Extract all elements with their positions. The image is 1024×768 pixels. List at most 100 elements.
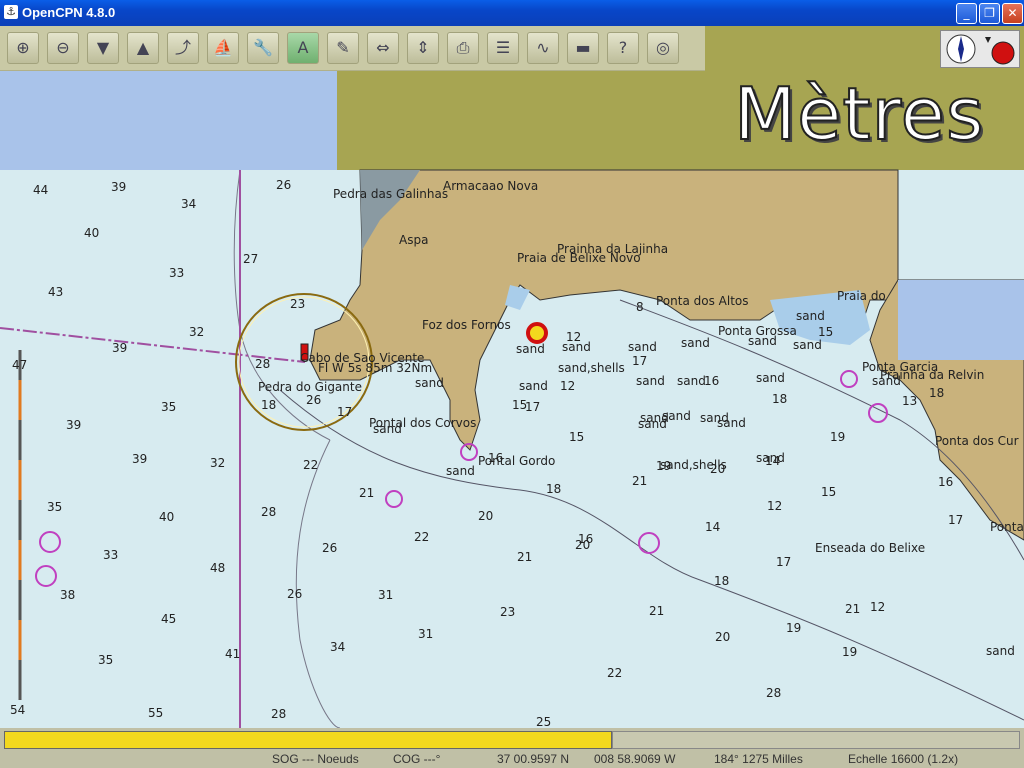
depth-sounding: 26 [306, 393, 321, 407]
depth-sounding: 12 [767, 499, 782, 513]
depth-sounding: 20 [710, 462, 725, 476]
depth-sounding: 35 [47, 500, 62, 514]
depth-sounding: 15 [512, 398, 527, 412]
depth-sounding: 19 [786, 621, 801, 635]
depth-sounding: 17 [776, 555, 791, 569]
place-label: Prainha da Lajinha [557, 242, 668, 256]
main-toolbar: ⊕ ⊖ ▼ ▲ ⤴ ⛵ 🔧 A ✎ ⇔ ⇕ ⎙ ☰ ∿ ▬? ◎ [0, 26, 705, 71]
bottom-quality-label: sand [756, 371, 785, 385]
place-label: Enseada do Belixe [815, 541, 925, 555]
chart-bar-empty [612, 731, 1020, 749]
depth-sounding: 26 [276, 178, 291, 192]
bottom-quality-label: sand [748, 334, 777, 348]
depth-sounding: 38 [60, 588, 75, 602]
depth-sounding: 39 [112, 341, 127, 355]
depth-sounding: 18 [261, 398, 276, 412]
depth-sounding: 18 [772, 392, 787, 406]
depth-sounding: 23 [500, 605, 515, 619]
color-scheme-button[interactable]: ▬ [567, 32, 599, 64]
help-button[interactable]: ? [607, 32, 639, 64]
scale-out-button[interactable]: ▲ [127, 32, 159, 64]
depth-sounding: 40 [84, 226, 99, 240]
depth-sounding: 14 [705, 520, 720, 534]
scale-in-button[interactable]: ▼ [87, 32, 119, 64]
depth-sounding: 48 [210, 561, 225, 575]
depth-sounding: 21 [845, 602, 860, 616]
options-wrench-button[interactable]: 🔧 [247, 32, 279, 64]
depth-sounding: 39 [132, 452, 147, 466]
bottom-quality-label: sand [446, 464, 475, 478]
depth-sounding: 28 [261, 505, 276, 519]
depth-sounding: 18 [546, 482, 561, 496]
depth-sounding: 8 [636, 300, 644, 314]
route-manager-icon: ☰ [495, 38, 511, 57]
depth-sounding: 32 [189, 325, 204, 339]
depth-sounding: 16 [488, 451, 503, 465]
status-cog: COG ---° [393, 752, 441, 766]
light-characteristic-label: Fl W 5s 85m 32Nm [318, 361, 432, 375]
depth-sounding: 18 [714, 574, 729, 588]
status-sog: SOG --- Noeuds [272, 752, 359, 766]
chart-bar[interactable] [4, 731, 612, 749]
print-icon: ⎙ [456, 38, 470, 57]
depth-sounding: 40 [159, 510, 174, 524]
place-label: Foz dos Fornos [422, 318, 511, 332]
close-button[interactable]: ✕ [1002, 3, 1023, 24]
depth-sounding: 26 [322, 541, 337, 555]
compass-widget[interactable] [940, 30, 1020, 68]
status-scale: Echelle 16600 (1.2x) [848, 752, 959, 766]
minimize-button[interactable]: _ [956, 3, 977, 24]
current-button[interactable]: ⇔ [367, 32, 399, 64]
depth-sounding: 19 [842, 645, 857, 659]
zoom-out-button[interactable]: ⊖ [47, 32, 79, 64]
bottom-quality-label: sand [872, 374, 901, 388]
depth-sounding: 43 [48, 285, 63, 299]
satellite-icon [985, 37, 991, 43]
text-toggle-button[interactable]: A [287, 32, 319, 64]
zoom-in-icon: ⊕ [16, 38, 30, 57]
route-manager-button[interactable]: ☰ [487, 32, 519, 64]
depth-sounding: 12 [870, 600, 885, 614]
follow-ship-icon: ⛵ [213, 38, 233, 57]
bottom-quality-label: sand [986, 644, 1015, 658]
tide-icon: ⇕ [416, 38, 430, 57]
depth-sounding: 34 [330, 640, 345, 654]
enc-light-button[interactable]: ✎ [327, 32, 359, 64]
depth-sounding: 23 [290, 297, 305, 311]
depth-sounding: 39 [111, 180, 126, 194]
status-latitude: 37 00.9597 N [497, 752, 570, 766]
track-button[interactable]: ∿ [527, 32, 559, 64]
options-wrench-icon: 🔧 [253, 38, 273, 57]
current-icon: ⇔ [376, 38, 390, 57]
depth-sounding: 31 [418, 627, 433, 641]
status-longitude: 008 58.9069 W [594, 752, 676, 766]
follow-ship-button[interactable]: ⛵ [207, 32, 239, 64]
route-button[interactable]: ⤴ [167, 32, 199, 64]
depth-sounding: 15 [569, 430, 584, 444]
zoom-in-button[interactable]: ⊕ [7, 32, 39, 64]
depth-sounding: 20 [478, 509, 493, 523]
status-bar: SOG --- Noeuds COG ---° 37 00.9597 N 008… [0, 728, 1024, 768]
depth-sounding: 19 [656, 459, 671, 473]
depth-sounding: 39 [66, 418, 81, 432]
place-label: Ponta [990, 520, 1024, 534]
depth-sounding: 13 [902, 394, 917, 408]
depth-sounding: 16 [938, 475, 953, 489]
print-button[interactable]: ⎙ [447, 32, 479, 64]
restore-button[interactable]: ❐ [979, 3, 1000, 24]
depth-sounding: 17 [632, 354, 647, 368]
depth-sounding: 17 [948, 513, 963, 527]
bottom-quality-label: sand [640, 411, 669, 425]
own-ship-icon[interactable] [526, 322, 548, 344]
depth-sounding: 47 [12, 358, 27, 372]
depth-sounding: 20 [715, 630, 730, 644]
depth-sounding: 28 [271, 707, 286, 721]
depth-sounding: 35 [161, 400, 176, 414]
depth-sounding: 17 [525, 400, 540, 414]
mob-button[interactable]: ◎ [647, 32, 679, 64]
depth-sounding: 22 [303, 458, 318, 472]
bottom-quality-label: sand [793, 338, 822, 352]
tide-button[interactable]: ⇕ [407, 32, 439, 64]
track-icon: ∿ [536, 38, 550, 57]
depth-sounding: 33 [103, 548, 118, 562]
